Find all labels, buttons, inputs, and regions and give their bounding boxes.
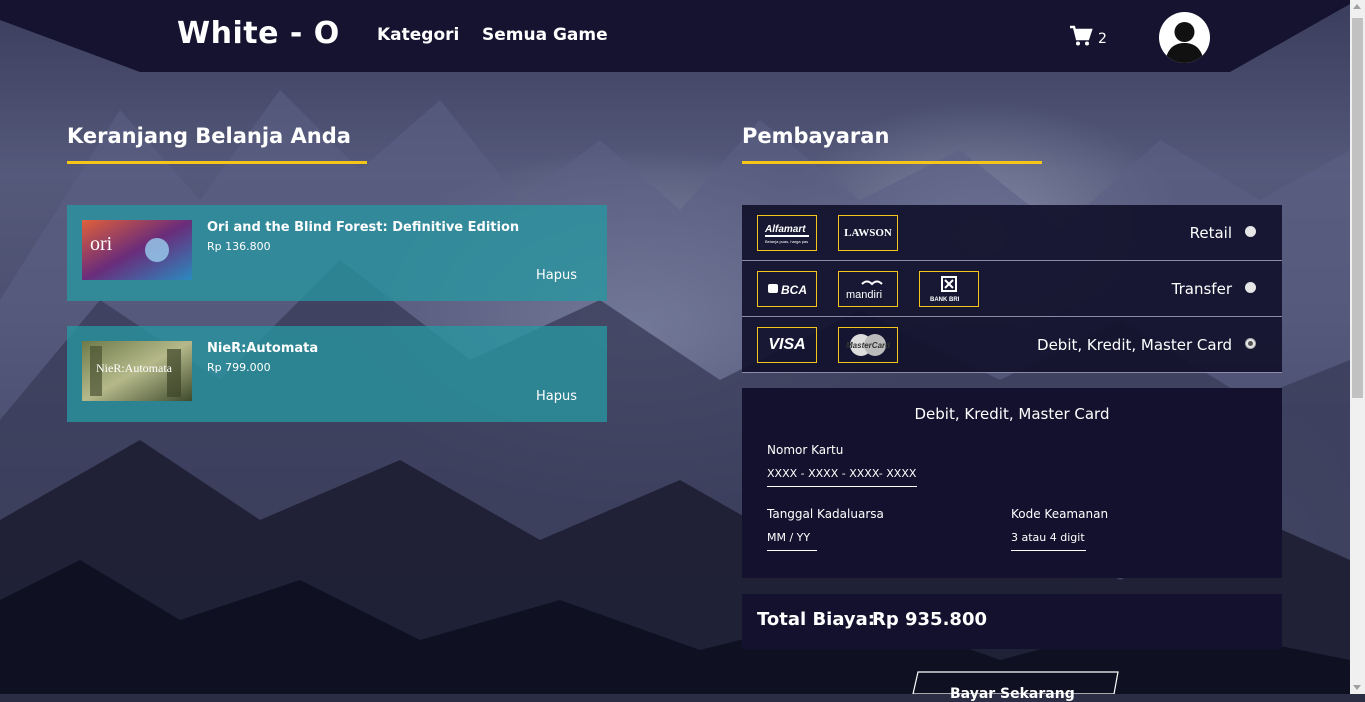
alfamart-logo: Alfamart Belanja puas, harga pas xyxy=(757,215,817,251)
item-name[interactable]: NieR:Automata xyxy=(207,341,318,356)
lawson-logo-text: LAWSON xyxy=(844,227,892,239)
card-form-title: Debit, Kredit, Master Card xyxy=(914,405,1110,423)
payment-method-label: Debit, Kredit, Master Card xyxy=(1037,336,1232,354)
item-name[interactable]: Ori and the Blind Forest: Definitive Edi… xyxy=(207,220,519,235)
alfamart-logo-tagline: Belanja puas, harga pas xyxy=(765,239,808,244)
security-code-label: Kode Keamanan xyxy=(1011,507,1109,521)
nav-link-semua-game[interactable]: Semua Game xyxy=(482,25,608,45)
cart-item: ori Ori and the Blind Forest: Definitive… xyxy=(67,205,607,301)
payment-method-label: Retail xyxy=(1189,224,1232,242)
expiry-input[interactable] xyxy=(767,531,817,551)
transfer-radio[interactable] xyxy=(1245,282,1256,293)
total-cost-panel: Total Biaya: Rp 935.800 xyxy=(742,594,1282,649)
pay-now-button[interactable]: Bayar Sekarang xyxy=(950,686,1075,702)
card-form-panel: Debit, Kredit, Master Card Nomor Kartu T… xyxy=(742,388,1282,578)
mastercard-logo-text: MasterCard xyxy=(846,341,891,350)
bca-logo: BCA xyxy=(757,271,817,307)
user-avatar[interactable] xyxy=(1159,12,1210,63)
item-price: Rp 136.800 xyxy=(207,240,271,253)
top-navbar: White - O Kategori Semua Game 2 xyxy=(0,0,1350,72)
scroll-down-arrow-icon[interactable] xyxy=(1353,685,1361,690)
scroll-up-arrow-icon[interactable] xyxy=(1353,4,1361,9)
item-price: Rp 799.000 xyxy=(207,361,271,374)
game-thumbnail-ori[interactable]: ori xyxy=(82,220,192,280)
visa-logo-text: VISA xyxy=(768,336,806,353)
card-number-input[interactable] xyxy=(767,467,917,487)
mandiri-logo-text: mandiri xyxy=(846,289,882,301)
total-value: Rp 935.800 xyxy=(872,609,987,630)
shopping-cart-icon[interactable] xyxy=(1069,25,1093,47)
payment-title-underline xyxy=(742,161,1042,164)
thumbnail-ori-text: ori xyxy=(90,233,113,255)
bank-bri-logo: BANK BRI xyxy=(919,271,979,307)
mastercard-logo: MasterCard xyxy=(838,327,898,363)
lawson-logo: LAWSON xyxy=(838,215,898,251)
brand-logo-text[interactable]: White - O xyxy=(177,16,340,51)
card-number-label: Nomor Kartu xyxy=(767,443,844,457)
expiry-label: Tanggal Kadaluarsa xyxy=(767,507,884,521)
retail-radio[interactable] xyxy=(1245,226,1256,237)
payment-section-title: Pembayaran xyxy=(742,124,890,148)
user-silhouette-icon xyxy=(1165,22,1204,63)
security-code-input[interactable] xyxy=(1011,531,1086,551)
cart-count-badge: 2 xyxy=(1098,31,1107,47)
remove-item-button[interactable]: Hapus xyxy=(536,268,577,283)
payment-method-transfer[interactable]: BCA mandiri BANK BRI Transfer xyxy=(742,261,1282,317)
payment-method-label: Transfer xyxy=(1171,280,1232,298)
total-label: Total Biaya: xyxy=(757,609,876,630)
game-thumbnail-nier[interactable]: NieR:Automata xyxy=(82,341,192,401)
bca-logo-text: BCA xyxy=(781,283,807,297)
card-radio-selected[interactable] xyxy=(1245,338,1256,349)
payment-method-retail[interactable]: Alfamart Belanja puas, harga pas LAWSON … xyxy=(742,205,1282,261)
page-scrollbar[interactable] xyxy=(1350,0,1365,694)
alfamart-logo-text: Alfamart xyxy=(764,224,806,235)
cart-title-underline xyxy=(67,161,367,164)
mandiri-logo: mandiri xyxy=(838,271,898,307)
bank-bri-logo-text: BANK BRI xyxy=(930,297,960,303)
cart-section-title: Keranjang Belanja Anda xyxy=(67,124,351,148)
scrollbar-thumb[interactable] xyxy=(1352,18,1363,398)
thumbnail-nier-text: NieR:Automata xyxy=(96,361,173,375)
remove-item-button[interactable]: Hapus xyxy=(536,389,577,404)
cart-item: NieR:Automata NieR:Automata Rp 799.000 H… xyxy=(67,326,607,422)
payment-method-card[interactable]: VISA MasterCard Debit, Kredit, Master Ca… xyxy=(742,317,1282,373)
visa-logo: VISA xyxy=(757,327,817,363)
nav-link-kategori[interactable]: Kategori xyxy=(377,25,459,45)
